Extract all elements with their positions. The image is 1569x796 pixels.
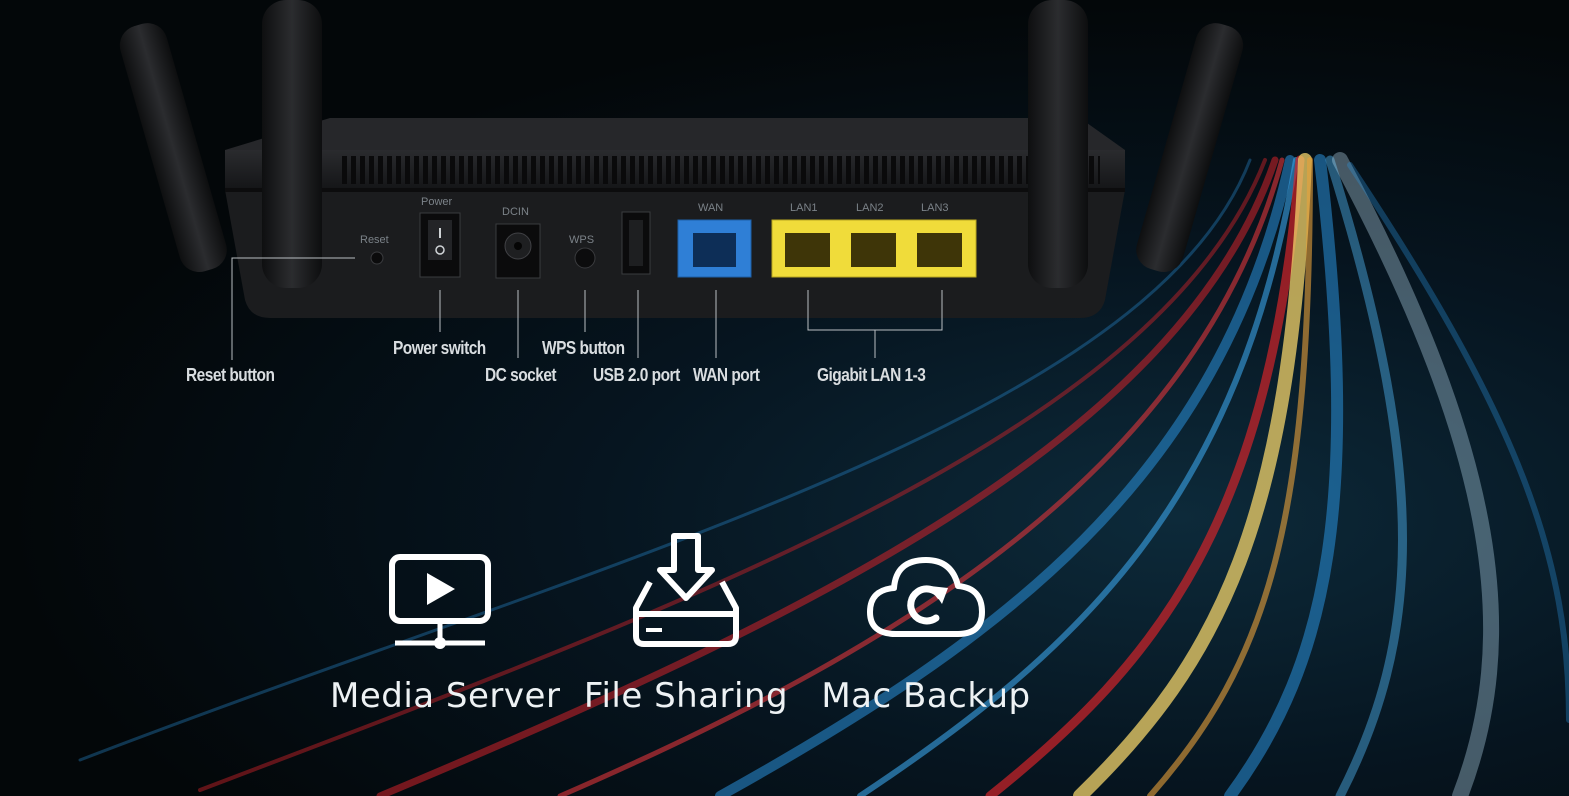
feature-label: Media Server	[330, 676, 561, 716]
dc-socket-label: DC socket	[485, 365, 557, 385]
lan1-port-label: LAN1	[790, 202, 818, 214]
wan-port-callout-label: WAN port	[693, 365, 760, 385]
router-body	[225, 118, 1125, 318]
right-inner-antenna	[1028, 0, 1088, 288]
dcin-port-label: DCIN	[502, 206, 529, 218]
feature-media-server: Media Server	[330, 530, 561, 716]
left-inner-antenna	[262, 0, 322, 288]
wps-button-label: WPS button	[542, 338, 625, 358]
right-outer-antenna	[1136, 23, 1244, 273]
lan3-port-label: LAN3	[921, 202, 949, 214]
feature-mac-backup: Mac Backup	[820, 530, 1032, 716]
usb-port-label: USB 2.0 port	[593, 365, 680, 385]
feature-file-sharing: File Sharing	[580, 530, 792, 716]
reset-button-label: Reset button	[186, 365, 275, 385]
wan-port-label: WAN	[698, 202, 723, 214]
mac-backup-icon	[867, 557, 985, 637]
gigabit-lan-label: Gigabit LAN 1-3	[817, 365, 926, 385]
feature-label: Mac Backup	[821, 676, 1031, 716]
file-sharing-icon	[633, 533, 739, 647]
product-banner: Reset Power DCIN WPS WAN LAN1 LAN2 LAN3 …	[0, 0, 1569, 796]
reset-port-label: Reset	[360, 234, 389, 246]
left-outer-antenna	[119, 23, 227, 273]
power-switch-label: Power switch	[393, 338, 486, 358]
media-server-icon	[389, 554, 491, 649]
feature-label: File Sharing	[583, 676, 789, 716]
power-port-label: Power	[421, 196, 453, 208]
lan2-port-label: LAN2	[856, 202, 884, 214]
wps-port-label: WPS	[569, 234, 594, 246]
